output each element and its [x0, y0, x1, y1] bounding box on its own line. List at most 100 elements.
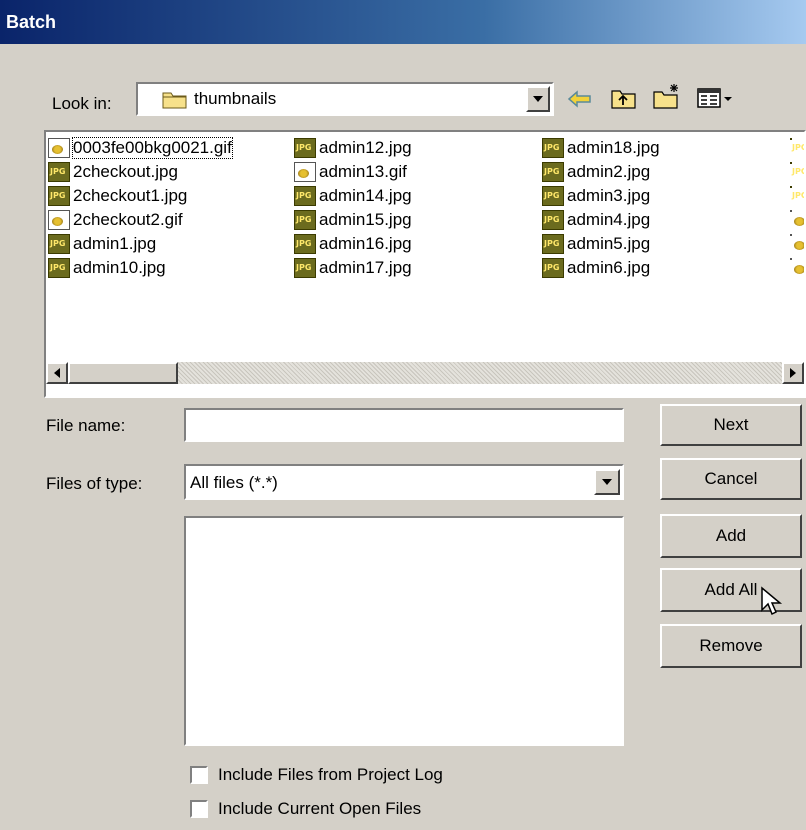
include-open-files-label: Include Current Open Files — [218, 799, 422, 818]
file-name: 2checkout1.jpg — [73, 186, 188, 205]
look-in-combo[interactable]: thumbnails — [136, 82, 554, 116]
jpg-file-icon — [542, 234, 564, 254]
gif-file-icon — [48, 210, 70, 230]
scroll-left-button[interactable] — [46, 362, 68, 384]
file-name: admin10.jpg — [73, 258, 166, 277]
include-open-files-checkbox[interactable] — [190, 800, 208, 818]
window-title: Batch — [6, 12, 57, 32]
jpg-file-icon — [542, 258, 564, 278]
jpg-file-icon — [48, 162, 70, 182]
window-title-bar[interactable]: Batch — [0, 0, 806, 44]
selected-files-list[interactable] — [184, 516, 624, 746]
jpg-file-icon — [542, 162, 564, 182]
arrow-right-icon — [790, 368, 796, 378]
gif-file-icon[interactable] — [790, 258, 804, 274]
next-button-label: Next — [713, 415, 749, 434]
jpg-file-icon[interactable] — [790, 186, 804, 200]
next-button[interactable]: Next — [660, 404, 802, 446]
file-item[interactable]: admin6.jpg — [542, 256, 650, 280]
file-item[interactable]: admin12.jpg — [294, 136, 412, 160]
add-button-label: Add — [715, 526, 747, 545]
file-name: admin13.gif — [319, 162, 407, 181]
file-item[interactable]: admin13.gif — [294, 160, 407, 184]
file-list[interactable]: 0003fe00bkg0021.gif 2checkout.jpg 2checkou… — [44, 130, 806, 398]
file-name: admin12.jpg — [319, 138, 412, 157]
jpg-file-icon — [294, 138, 316, 158]
scroll-right-button[interactable] — [782, 362, 804, 384]
file-name: 2checkout2.gif — [73, 210, 183, 229]
file-item[interactable]: admin3.jpg — [542, 184, 650, 208]
back-arrow-icon[interactable] — [566, 88, 594, 110]
file-item[interactable]: 0003fe00bkg0021.gif — [48, 136, 233, 160]
add-button[interactable]: Add — [660, 514, 802, 558]
jpg-file-icon — [294, 186, 316, 206]
jpg-file-icon — [542, 186, 564, 206]
jpg-file-icon — [48, 186, 70, 206]
up-folder-icon[interactable] — [610, 86, 638, 110]
jpg-file-icon — [294, 234, 316, 254]
mouse-cursor-icon — [761, 586, 783, 616]
jpg-file-icon — [48, 234, 70, 254]
file-name: admin18.jpg — [567, 138, 660, 157]
add-all-button-label: Add All — [704, 580, 758, 599]
file-name: admin1.jpg — [73, 234, 157, 253]
file-name: admin2.jpg — [567, 162, 651, 181]
look-in-label: Look in: — [52, 94, 112, 113]
chevron-down-icon — [602, 479, 612, 485]
file-item[interactable]: admin4.jpg — [542, 208, 650, 232]
file-item[interactable]: admin1.jpg — [48, 232, 156, 256]
folder-icon — [162, 92, 187, 109]
jpg-file-icon — [294, 210, 316, 230]
gif-file-icon[interactable] — [790, 234, 804, 250]
arrow-left-icon — [54, 368, 60, 378]
file-name: admin6.jpg — [567, 258, 651, 277]
files-of-type-value: All files (*.*) — [190, 473, 278, 492]
files-of-type-select[interactable]: All files (*.*) — [184, 464, 624, 500]
chevron-down-icon — [533, 96, 543, 102]
jpg-file-icon[interactable] — [790, 162, 804, 176]
jpg-file-icon — [294, 258, 316, 278]
remove-button[interactable]: Remove — [660, 624, 802, 668]
look-in-value: thumbnails — [194, 89, 277, 108]
jpg-file-icon — [48, 258, 70, 278]
file-item[interactable]: admin15.jpg — [294, 208, 412, 232]
gif-file-icon — [294, 162, 316, 182]
file-name: admin5.jpg — [567, 234, 651, 253]
file-name: admin15.jpg — [319, 210, 412, 229]
file-item[interactable]: admin17.jpg — [294, 256, 412, 280]
file-item[interactable]: 2checkout1.jpg — [48, 184, 187, 208]
gif-file-icon — [48, 138, 70, 158]
file-item[interactable]: 2checkout2.gif — [48, 208, 183, 232]
jpg-file-icon — [542, 138, 564, 158]
files-of-type-label: Files of type: — [46, 474, 143, 493]
jpg-file-icon[interactable] — [790, 138, 804, 152]
file-name-input[interactable] — [184, 408, 624, 442]
include-project-log-label: Include Files from Project Log — [218, 765, 443, 784]
file-item[interactable]: 2checkout.jpg — [48, 160, 178, 184]
look-in-dropdown-button[interactable] — [526, 86, 550, 112]
file-item[interactable]: admin2.jpg — [542, 160, 650, 184]
file-item[interactable]: admin18.jpg — [542, 136, 660, 160]
view-menu-icon[interactable] — [696, 86, 736, 110]
file-item[interactable]: admin10.jpg — [48, 256, 166, 280]
gif-file-icon[interactable] — [790, 210, 804, 226]
cancel-button-label: Cancel — [704, 469, 758, 488]
file-name: admin14.jpg — [319, 186, 412, 205]
file-name: 2checkout.jpg — [73, 162, 178, 181]
cancel-button[interactable]: Cancel — [660, 458, 802, 500]
file-name: admin3.jpg — [567, 186, 651, 205]
files-of-type-dropdown-button[interactable] — [594, 469, 620, 495]
file-item[interactable]: admin5.jpg — [542, 232, 650, 256]
include-project-log-checkbox[interactable] — [190, 766, 208, 784]
scrollbar-thumb[interactable] — [68, 362, 178, 384]
file-name-label: File name: — [46, 416, 126, 435]
file-item[interactable]: admin16.jpg — [294, 232, 412, 256]
file-name: admin17.jpg — [319, 258, 412, 277]
jpg-file-icon — [542, 210, 564, 230]
file-item[interactable]: admin14.jpg — [294, 184, 412, 208]
new-folder-icon[interactable] — [652, 82, 682, 110]
file-name: 0003fe00bkg0021.gif — [72, 137, 233, 159]
file-name: admin4.jpg — [567, 210, 651, 229]
horizontal-scrollbar[interactable] — [46, 362, 804, 384]
remove-button-label: Remove — [699, 636, 763, 655]
